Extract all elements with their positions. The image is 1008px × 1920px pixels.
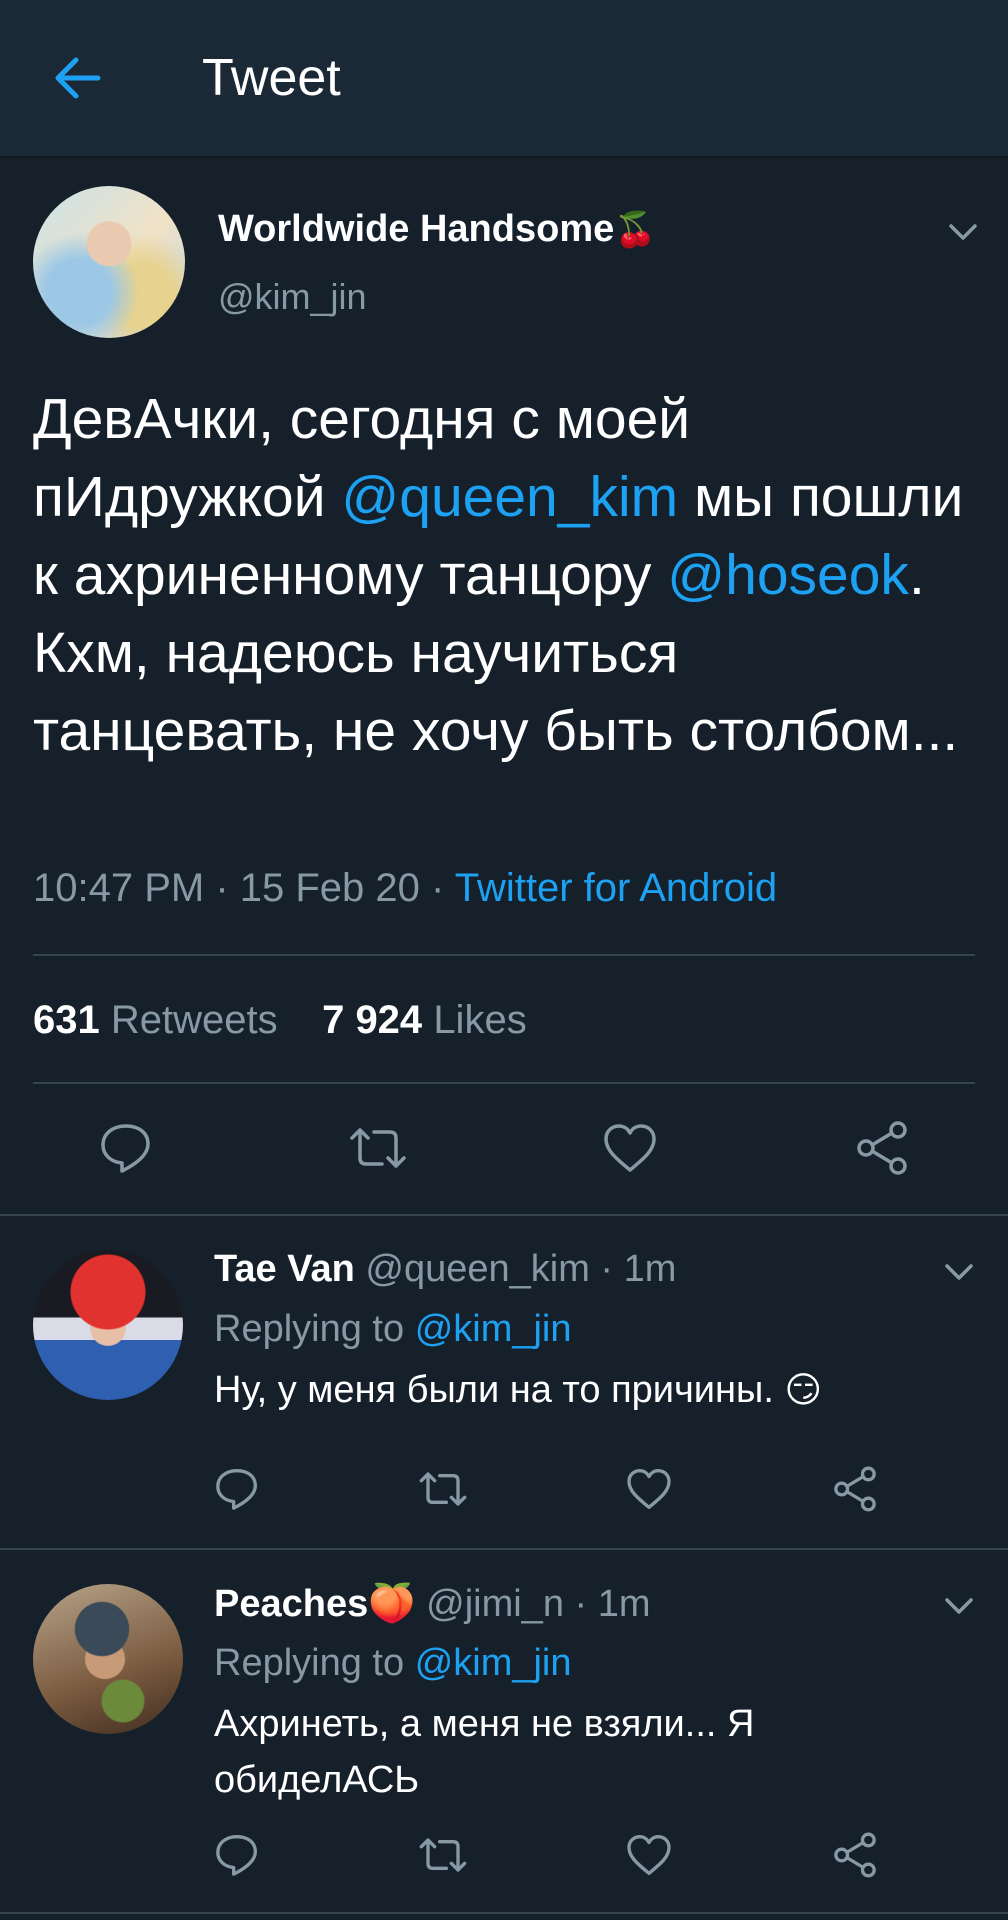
mention-link[interactable]: @queen_kim <box>341 465 678 529</box>
cherry-emoji: 🍒 <box>614 211 657 249</box>
reply-author-handle[interactable]: @queen_kim <box>365 1248 589 1290</box>
reply-avatar[interactable] <box>33 1250 183 1400</box>
section-divider <box>0 1548 1008 1550</box>
author-avatar[interactable] <box>33 186 185 338</box>
retweets-stat[interactable]: 631 Retweets <box>33 998 278 1042</box>
reply-actions <box>0 1830 1008 1890</box>
tweet-meta: 10:47 PM · 15 Feb 20 · Twitter for Andro… <box>33 866 778 910</box>
reply-text: Ахринеть, а меня не взяли... Я обиделАСЬ <box>214 1703 755 1801</box>
chevron-down-icon[interactable] <box>948 222 978 242</box>
section-divider <box>0 1912 1008 1914</box>
share-icon[interactable] <box>830 1830 880 1880</box>
share-icon[interactable] <box>852 1118 912 1178</box>
replying-to: Replying to @kim_jin <box>214 1308 572 1350</box>
chevron-down-icon[interactable] <box>944 1262 974 1282</box>
tweet-actions <box>0 1118 1008 1178</box>
retweet-icon[interactable] <box>418 1830 468 1880</box>
likes-stat[interactable]: 7 924 Likes <box>322 998 527 1042</box>
page-title: Tweet <box>202 49 341 107</box>
tweet-source-link[interactable]: Twitter for Android <box>455 866 777 910</box>
chevron-down-icon[interactable] <box>944 1596 974 1616</box>
retweet-icon[interactable] <box>418 1464 468 1514</box>
mention-link[interactable]: @kim_jin <box>415 1308 572 1350</box>
reply-icon[interactable] <box>212 1464 262 1514</box>
reply-time: 1m <box>623 1248 677 1290</box>
mention-link[interactable]: @hoseok <box>667 543 909 607</box>
like-icon[interactable] <box>600 1118 660 1178</box>
back-arrow-icon[interactable] <box>52 52 104 104</box>
author-handle[interactable]: @kim_jin <box>218 276 367 318</box>
share-icon[interactable] <box>830 1464 880 1514</box>
reply-actions <box>0 1464 1008 1524</box>
divider <box>33 1082 975 1084</box>
section-divider <box>0 1214 1008 1216</box>
top-bar: Tweet <box>0 0 1008 158</box>
reply-author-name[interactable]: Peaches🍑 <box>214 1583 416 1625</box>
reply-icon[interactable] <box>96 1118 156 1178</box>
mention-link[interactable]: @kim_jin <box>415 1642 572 1684</box>
reply-header: Peaches🍑 @jimi_n · 1m <box>214 1583 651 1625</box>
reply-icon[interactable] <box>212 1830 262 1880</box>
peach-emoji: 🍑 <box>368 1583 416 1625</box>
tweet-date: 15 Feb 20 <box>239 866 420 910</box>
divider <box>33 954 975 956</box>
reply-time: 1m <box>597 1583 651 1625</box>
replying-to: Replying to @kim_jin <box>214 1642 572 1684</box>
smirk-emoji: 😏 <box>784 1369 822 1410</box>
retweet-icon[interactable] <box>348 1118 408 1178</box>
tweet-text: ДевАчки, сегодня с моей пИдружкой @queen… <box>33 387 964 763</box>
reply-author-name[interactable]: Tae Van <box>214 1248 355 1290</box>
like-icon[interactable] <box>624 1464 674 1514</box>
tweet-time: 10:47 PM <box>33 866 205 910</box>
tweet-stats: 631 Retweets 7 924 Likes <box>33 998 527 1043</box>
author-name[interactable]: Worldwide Handsome🍒 <box>218 208 657 251</box>
reply-text: Ну, у меня были на то причины. 😏 <box>214 1369 822 1411</box>
reply-author-handle[interactable]: @jimi_n <box>426 1583 564 1625</box>
reply-avatar[interactable] <box>33 1584 183 1734</box>
like-icon[interactable] <box>624 1830 674 1880</box>
reply-header: Tae Van @queen_kim · 1m <box>214 1248 677 1290</box>
